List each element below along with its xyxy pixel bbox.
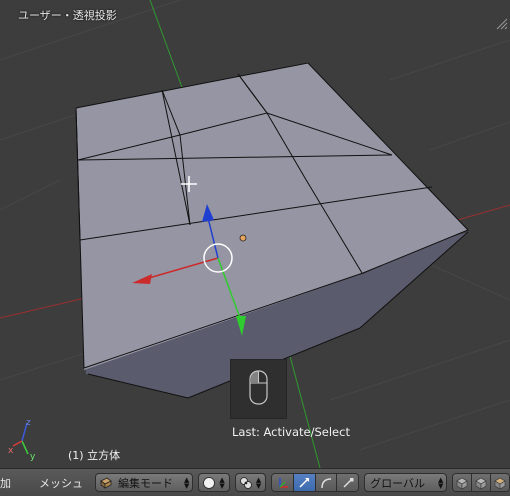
vertex-select-icon	[456, 477, 468, 490]
select-mode-group	[452, 473, 510, 492]
world-y-axis	[149, 0, 184, 91]
3d-viewport[interactable]: ユーザー・透視投影 Last: Activate/Select (1) 立方体 …	[0, 0, 510, 468]
face-select-icon	[494, 477, 506, 490]
menu-add[interactable]: 加	[0, 475, 17, 491]
mode-select-value: 編集モード	[118, 476, 173, 490]
manipulator-icon	[279, 477, 288, 488]
view-title: ユーザー・透視投影	[18, 9, 117, 22]
scale-icon	[343, 477, 354, 488]
pivot-icon	[240, 476, 252, 489]
axis-orientation-gizmo: z y x	[8, 418, 36, 462]
scale-button[interactable]	[337, 474, 359, 491]
translate-button[interactable]	[294, 474, 316, 491]
transform-orientation-select[interactable]: グローバル ▲ ▼	[364, 473, 448, 492]
edge-select-icon	[475, 477, 487, 490]
translate-icon	[299, 477, 310, 488]
chevron-updown-icon: ▲ ▼	[255, 475, 262, 490]
edge-select-button[interactable]	[472, 474, 492, 491]
manipulator-toggle-button[interactable]	[272, 474, 295, 491]
chevron-updown-icon: ▲ ▼	[219, 475, 225, 490]
axis-label-x: x	[8, 446, 14, 456]
viewport-header: 加 メッシュ 編集モード ▲ ▼ ▲ ▼ ▲ ▼ グローバル ▲ ▼	[0, 468, 510, 496]
world-x-axis	[0, 297, 86, 319]
rotate-button[interactable]	[315, 474, 338, 491]
viewport-split-icon[interactable]	[494, 16, 508, 30]
axis-label-y: y	[30, 452, 36, 462]
solid-shading-icon	[203, 476, 216, 489]
vertex-select-button[interactable]	[453, 474, 473, 491]
mouse-input-overlay	[230, 359, 287, 419]
chevron-updown-icon: ▲ ▼	[184, 475, 190, 490]
menu-mesh[interactable]: メッシュ	[33, 475, 89, 491]
pivot-point-select[interactable]: ▲ ▼	[234, 473, 267, 492]
mouse-icon	[249, 370, 268, 405]
face-select-button[interactable]	[491, 474, 509, 491]
object-origin	[239, 234, 247, 242]
last-operator-text: Last: Activate/Select	[232, 425, 350, 439]
chevron-updown-icon: ▲ ▼	[438, 475, 444, 490]
axis-label-z: z	[26, 418, 31, 428]
orientation-select-value: グローバル	[370, 476, 426, 490]
viewport-shading-select[interactable]: ▲ ▼	[198, 473, 230, 492]
edit-mode-icon	[100, 477, 112, 489]
rotate-icon	[321, 477, 332, 488]
mode-select[interactable]: 編集モード ▲ ▼	[95, 473, 194, 492]
object-name-label: (1) 立方体	[68, 449, 121, 462]
transform-manipulator-group	[271, 473, 360, 492]
